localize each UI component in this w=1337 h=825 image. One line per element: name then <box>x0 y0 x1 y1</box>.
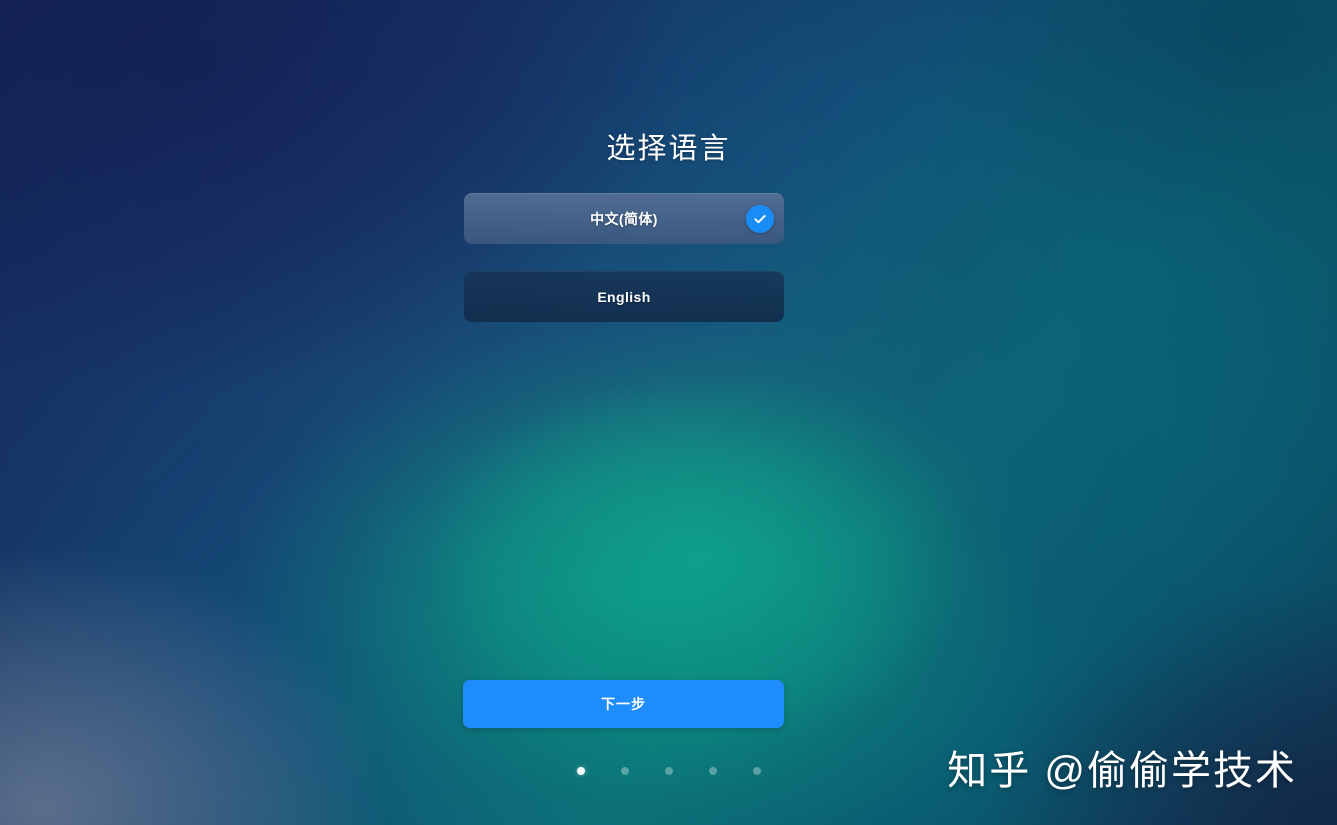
language-option-label: 中文(简体) <box>590 210 658 227</box>
page-indicator-dot-4[interactable] <box>708 767 717 775</box>
page-indicator-dot-5[interactable] <box>752 767 761 775</box>
page-indicator-dot-2[interactable] <box>620 767 629 775</box>
page-title: 选择语言 <box>606 133 731 166</box>
wizard-content: 选择语言 中文(简体) English 下一步 知乎 @偷偷学技术 <box>0 0 1337 825</box>
next-button[interactable]: 下一步 <box>463 680 784 728</box>
language-option-list: 中文(简体) English <box>464 193 784 349</box>
page-indicator-dot-3[interactable] <box>664 767 673 775</box>
page-indicator-dot-1[interactable] <box>576 767 585 775</box>
check-circle-icon <box>746 204 774 233</box>
setup-wizard-screen: 选择语言 中文(简体) English 下一步 知乎 @偷偷学技术 <box>0 0 1337 825</box>
language-option-english[interactable]: English <box>464 271 784 322</box>
language-option-label: English <box>597 288 651 305</box>
watermark-text: 知乎 @偷偷学技术 <box>947 749 1297 793</box>
language-option-chinese-simplified[interactable]: 中文(简体) <box>464 193 784 244</box>
